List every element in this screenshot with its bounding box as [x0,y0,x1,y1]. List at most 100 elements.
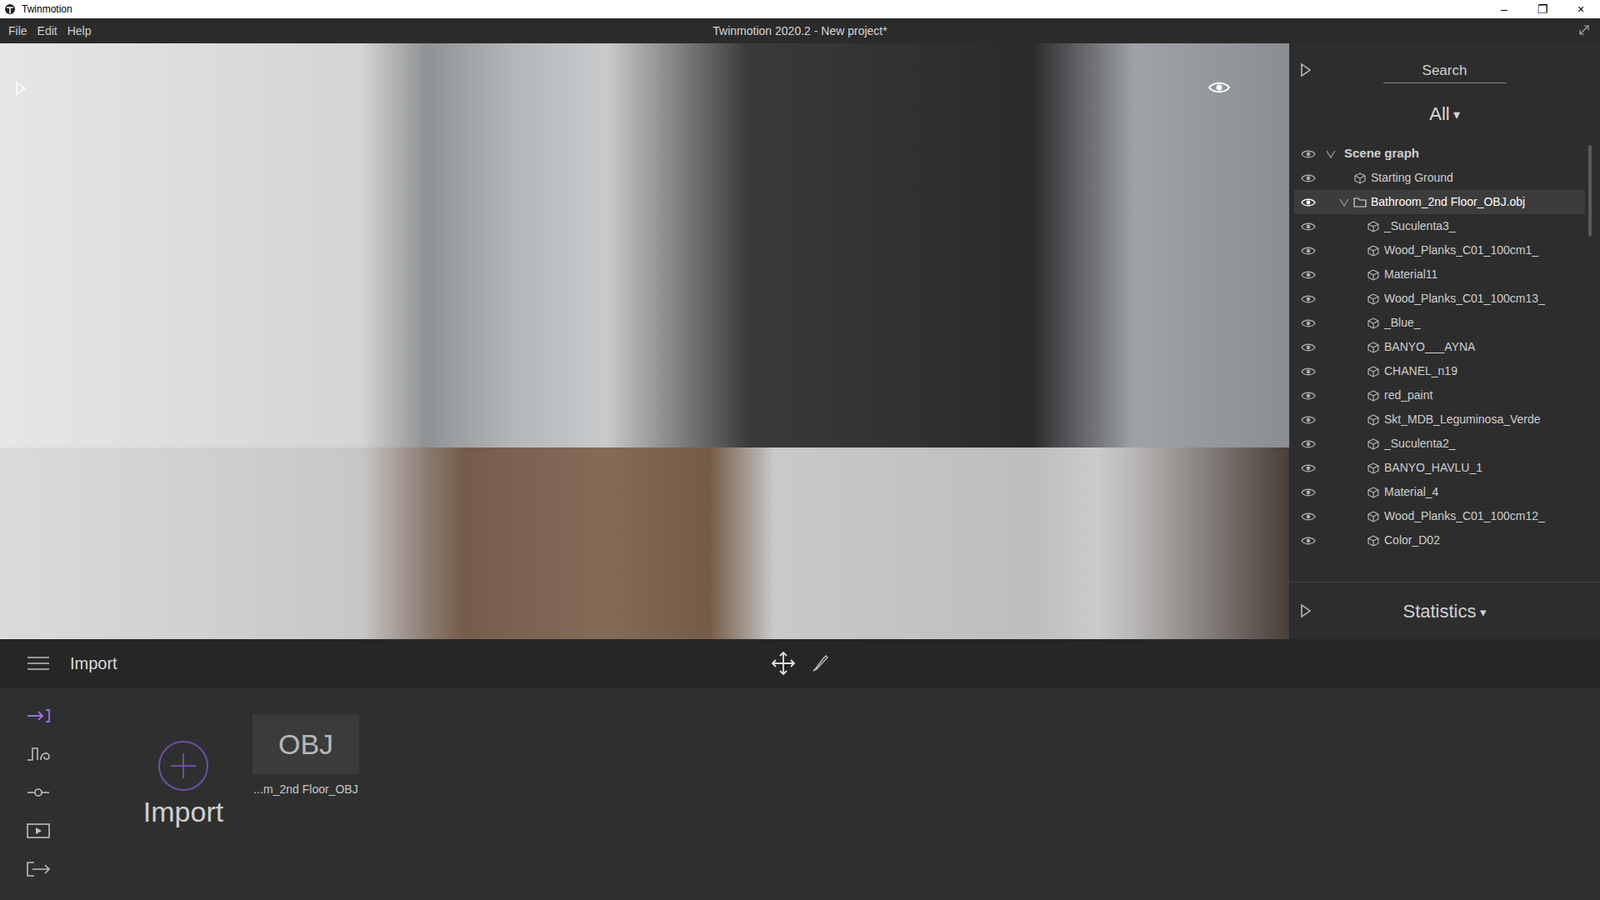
filter-arrow: ▾ [1453,101,1460,125]
tree-row[interactable]: BANYO___AYNA [1294,335,1585,360]
tree-label: Scene graph [1344,144,1420,164]
statistics-row[interactable]: Statistics▾ [1289,581,1600,640]
visibility-eye-icon[interactable] [1294,342,1323,353]
settings-slider-icon[interactable] [21,773,55,812]
fullscreen-icon[interactable] [1578,24,1592,38]
expand-statistics-icon[interactable] [1289,603,1323,619]
visibility-eye-icon[interactable] [1294,463,1323,474]
filter-value: All [1429,100,1450,128]
scene-graph: Scene graph Starting Ground Bathroom_2nd F… [1289,141,1600,582]
tree-label: _Suculenta3_ [1384,217,1456,235]
import-item[interactable]: OBJ...m_2nd Floor_OBJ [252,714,360,900]
tree-row[interactable]: _Blue_ [1294,310,1585,335]
mode-tools [0,687,77,900]
tree-row[interactable]: BANYO_HAVLU_1 [1294,455,1585,480]
menu-item[interactable]: Help [67,22,92,40]
visibility-eye-icon[interactable] [1294,270,1323,280]
visibility-eye-icon[interactable] [1294,221,1323,232]
tree-row[interactable]: Wood_Planks_C01_100cm12_ [1294,504,1585,529]
hamburger-menu-icon[interactable] [26,655,52,671]
add-circle-icon [157,740,210,792]
tree-row[interactable]: Color_D02 [1294,528,1585,553]
tree-row[interactable]: Skt_MDB_Leguminosa_Verde [1294,407,1585,432]
visibility-eye-icon[interactable] [1294,535,1323,546]
visibility-eye-icon[interactable] [1294,149,1323,160]
visibility-eye-icon[interactable] [1294,390,1323,401]
mesh-icon [1365,414,1381,426]
tree-label: Bathroom_2nd Floor_OBJ.obj [1370,193,1525,211]
visibility-eye-icon[interactable] [1294,439,1323,450]
tree-label: CHANEL_n19 [1384,362,1458,380]
tree-row[interactable]: Starting Ground [1294,165,1585,190]
mesh-icon [1365,365,1381,378]
tree-row[interactable]: _Suculenta3_ [1294,214,1585,239]
visibility-eye-icon[interactable] [1294,245,1323,256]
right-panel: Search All▾ Scene graph Starting Ground Bath… [1289,43,1600,640]
viewport-scene [0,447,1290,640]
expand-left-icon[interactable] [15,80,27,96]
menu: File Edit Help [0,22,713,40]
mesh-icon [1365,293,1381,305]
mesh-icon [1365,341,1381,354]
toolbar: Import [0,639,1600,688]
media-icon[interactable] [21,811,55,850]
visibility-eye-icon[interactable] [1294,294,1323,305]
window-control-button[interactable]: × [1561,0,1600,19]
expand-chevron-icon[interactable] [1335,198,1353,207]
expand-chevron-icon[interactable] [1322,150,1340,159]
tree-label: Starting Ground [1370,169,1454,187]
tree-row[interactable]: CHANEL_n19 [1294,359,1585,384]
pipette-icon[interactable] [810,653,830,674]
menu-item[interactable]: Edit [37,22,58,40]
filter-dropdown[interactable]: All▾ [1289,91,1600,135]
tree-label: Wood_Planks_C01_100cm1_ [1384,241,1539,260]
scrollbar-thumb[interactable] [1588,145,1592,237]
import-thumbnail: OBJ [252,714,360,775]
mode-label: Import [70,650,118,676]
tree-label: _Blue_ [1384,314,1421,332]
tree-row[interactable]: Wood_Planks_C01_100cm1_ [1294,238,1585,263]
move-icon[interactable] [770,650,796,676]
tree-label: BANYO_HAVLU_1 [1384,459,1483,477]
import-button[interactable]: Import [116,687,250,900]
visibility-eye-icon[interactable] [1294,511,1323,522]
tree-label: _Suculenta2_ [1384,435,1456,453]
mesh-icon [1365,220,1381,233]
visibility-eye-icon[interactable] [1294,415,1323,425]
tree-row[interactable]: Material11 [1294,262,1585,287]
visibility-eye-icon[interactable] [1294,197,1323,208]
menu-item[interactable]: File [8,22,28,40]
tree-label: Color_D02 [1384,531,1440,550]
title-bar: Twinmotion–❐× [0,0,1600,19]
tree-row[interactable]: Scene graph [1294,141,1585,166]
viewport[interactable] [0,43,1290,640]
tree-row[interactable]: Material_4 [1294,480,1585,505]
collapse-panel-icon[interactable] [1289,57,1323,78]
export-icon[interactable] [21,850,55,889]
visibility-eye-icon[interactable] [1294,318,1323,329]
import-label: Import [143,793,224,830]
mesh-icon [1365,462,1381,475]
visibility-eye-icon[interactable] [1294,487,1323,498]
visibility-eye-icon[interactable] [1294,366,1323,377]
import-list: OBJ...m_2nd Floor_OBJ [252,687,360,900]
tree-row[interactable]: red_paint [1294,383,1585,408]
format-badge: OBJ [278,723,334,766]
tree-row[interactable]: Wood_Planks_C01_100cm13_ [1294,286,1585,311]
import-icon[interactable] [21,696,55,735]
folder-icon [1352,196,1368,208]
tree-row[interactable]: _Suculenta2_ [1294,431,1585,456]
eye-icon[interactable] [1208,80,1230,95]
menu-bar: File Edit Help Twinmotion 2020.2 - New proj… [0,18,1600,44]
tree-label: red_paint [1384,386,1433,405]
window-control-button[interactable]: – [1485,0,1524,19]
mesh-icon [1365,535,1381,547]
app-title: Twinmotion 2020.2 - New project* [712,22,887,40]
mesh-icon [1365,269,1381,281]
visibility-eye-icon[interactable] [1294,173,1323,184]
context-icon[interactable] [21,735,55,774]
window-control-button[interactable]: ❐ [1523,0,1562,19]
search-field[interactable]: Search [1383,60,1507,85]
mesh-icon [1365,245,1381,257]
tree-row[interactable]: Bathroom_2nd Floor_OBJ.obj [1294,190,1585,215]
